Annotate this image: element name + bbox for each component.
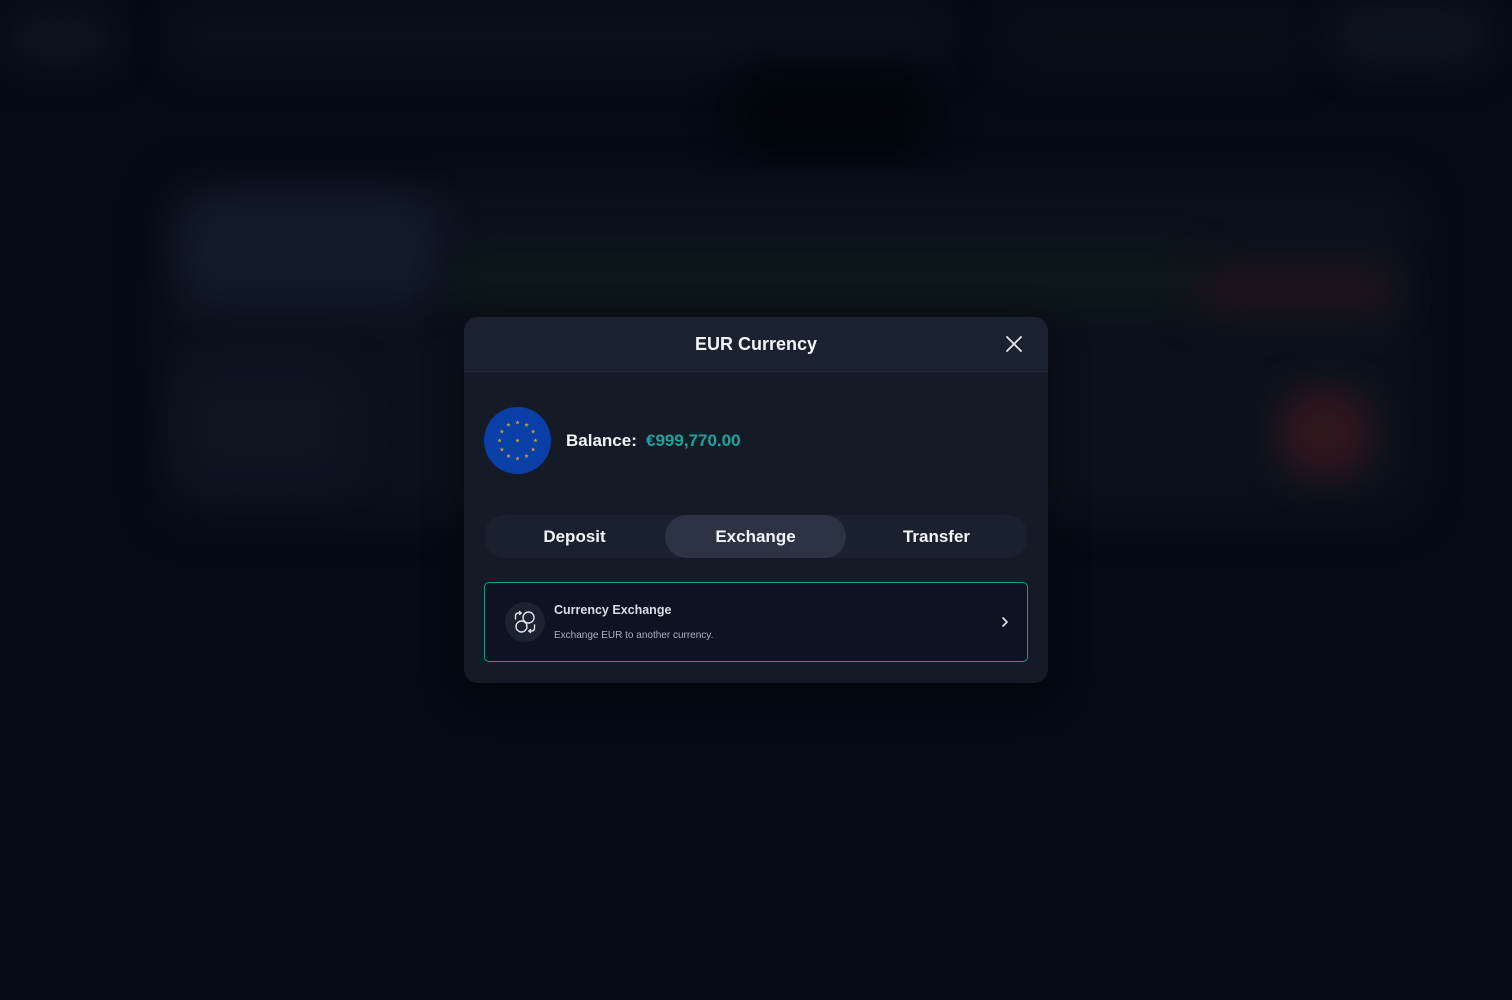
flag-star (524, 453, 529, 458)
flag-star (506, 453, 511, 458)
flag-star (506, 422, 511, 427)
tab-exchange[interactable]: Exchange (665, 515, 846, 558)
flag-star (499, 447, 505, 452)
option-description: Exchange EUR to another currency. (554, 630, 714, 641)
flag-star (515, 438, 520, 443)
flag-star (499, 429, 505, 434)
option-icon-container (505, 602, 545, 642)
flag-star (530, 447, 536, 452)
balance-value: €999,770.00 (646, 431, 741, 450)
modal-title: EUR Currency (694, 334, 818, 354)
balance-label: Balance: (566, 431, 637, 450)
option-title: Currency Exchange (554, 603, 672, 617)
flag-star (533, 438, 538, 443)
flag-star (515, 420, 520, 425)
close-icon (1006, 336, 1022, 352)
balance-row: Balance: €999,770.00 (484, 407, 1028, 474)
tab-deposit[interactable]: Deposit (484, 515, 665, 558)
flag-star (497, 438, 502, 443)
action-tabs: Deposit Exchange Transfer (484, 515, 1028, 558)
modal-header: EUR Currency (464, 317, 1048, 372)
flag-star (530, 429, 536, 434)
currency-modal: EUR Currency Balance: €999,770.00 Deposi… (464, 317, 1048, 683)
currency-exchange-option[interactable]: Currency Exchange Exchange EUR to anothe… (484, 582, 1028, 662)
flag-star (515, 456, 520, 461)
flag-star (524, 422, 529, 427)
currency-exchange-icon (514, 610, 536, 634)
eu-flag-icon (484, 407, 551, 474)
chevron-right-icon (1002, 617, 1008, 627)
tab-transfer[interactable]: Transfer (846, 515, 1027, 558)
close-button[interactable] (1002, 332, 1026, 356)
